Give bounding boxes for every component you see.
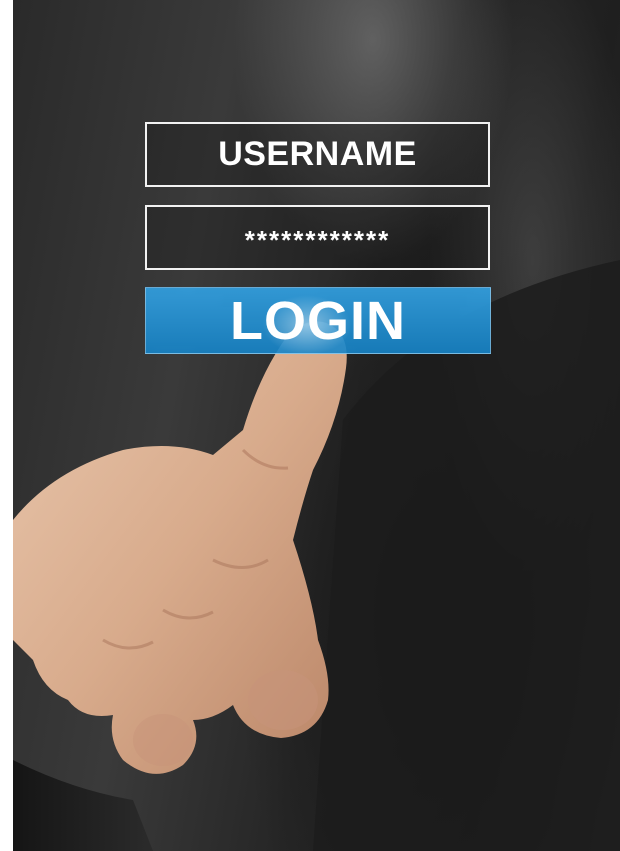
password-field[interactable]: ************ bbox=[145, 205, 490, 270]
login-button[interactable]: LOGIN bbox=[145, 287, 491, 354]
login-screen: USERNAME ************ LOGIN bbox=[0, 0, 620, 851]
login-button-label: LOGIN bbox=[230, 290, 406, 351]
username-text: USERNAME bbox=[218, 135, 417, 173]
username-field[interactable]: USERNAME bbox=[145, 122, 490, 187]
password-masked-text: ************ bbox=[244, 225, 391, 255]
